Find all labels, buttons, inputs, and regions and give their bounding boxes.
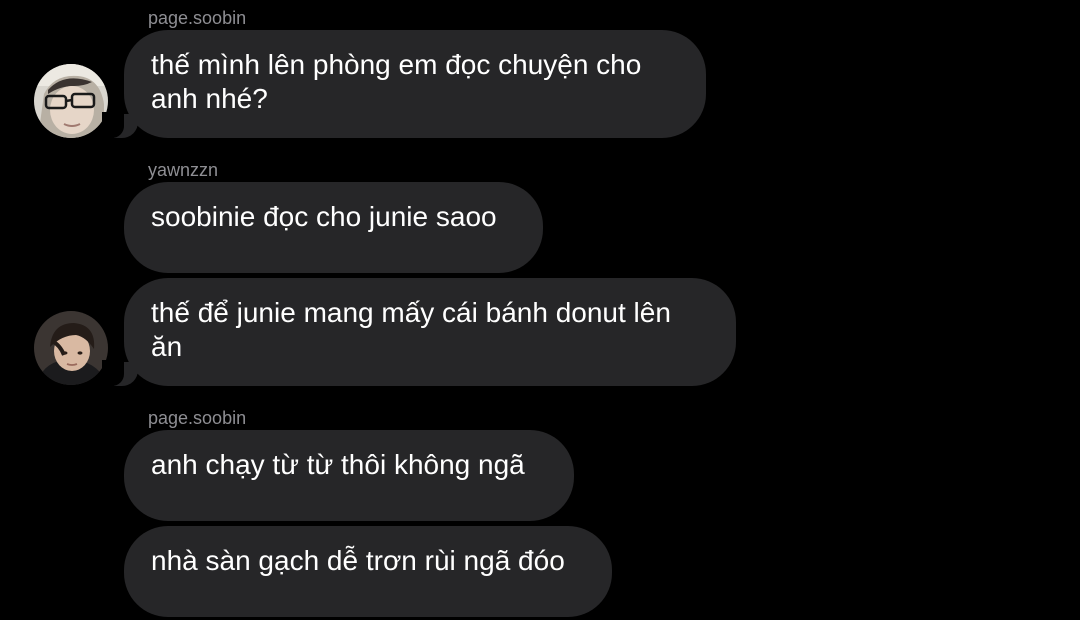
message-bubble[interactable]: thế để junie mang mấy cái bánh donut lên… — [102, 278, 736, 386]
sender-name: page.soobin — [148, 8, 247, 28]
message-bubble[interactable]: nhà sàn gạch dễ trơn rùi ngã đóo — [124, 526, 612, 617]
avatar-page-soobin[interactable] — [34, 64, 108, 138]
sender-name: page.soobin — [148, 408, 247, 428]
avatar-photo-icon — [34, 311, 108, 385]
chat-thread: page.soobin thế mình lên phòng em đọc ch… — [0, 0, 1080, 620]
message-bubble[interactable]: thế mình lên phòng em đọc chuyện cho anh… — [102, 30, 706, 138]
message-bubble[interactable]: soobinie đọc cho junie saoo — [124, 182, 543, 273]
sender-name: yawnzzn — [148, 160, 219, 180]
avatar-yawnzzn[interactable] — [34, 311, 108, 385]
avatar-photo-icon — [34, 64, 108, 138]
message-bubble[interactable]: anh chạy từ từ thôi không ngã — [124, 430, 574, 521]
